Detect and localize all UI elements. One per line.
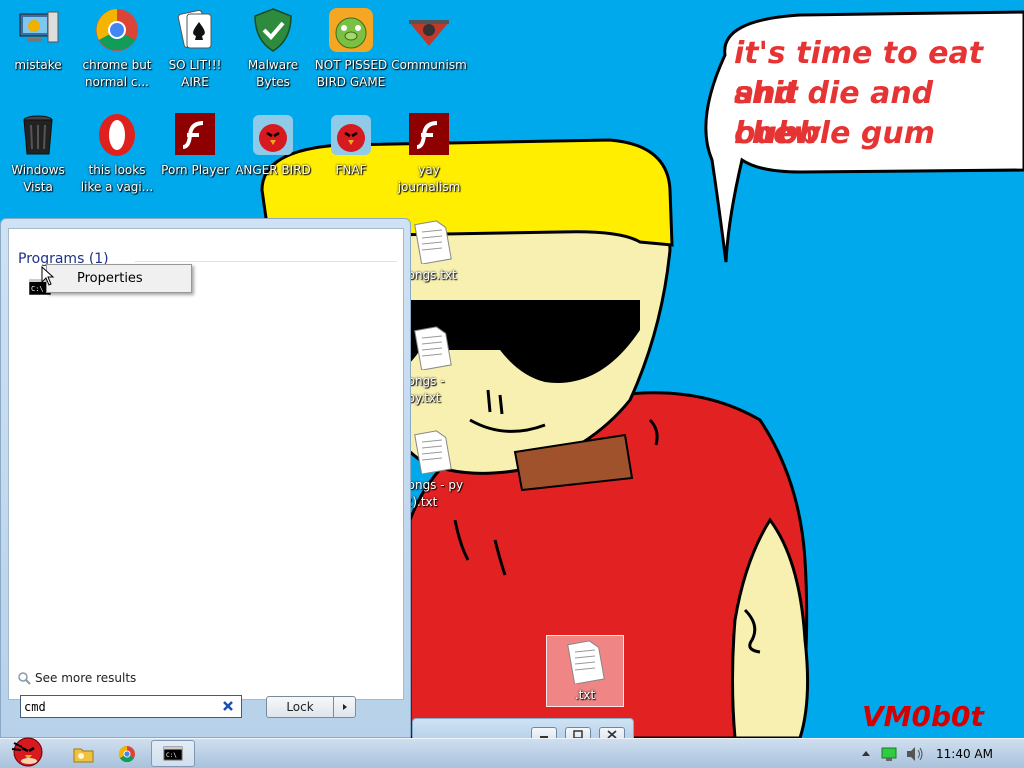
speech-text-line-3: bubble gum — [734, 116, 935, 151]
desktop-icon-label: yay journalism — [397, 163, 461, 194]
context-menu-item-properties[interactable]: Properties — [77, 271, 143, 286]
see-more-results-label: See more results — [35, 671, 137, 685]
desktop-icon-label: .txt — [574, 688, 596, 702]
desktop-icon-label: FNAF — [335, 163, 367, 177]
recycle-bin-icon — [23, 115, 53, 155]
solitaire-icon — [177, 9, 212, 49]
desktop-icon-windows-vista[interactable]: Windows Vista — [0, 111, 76, 196]
text-file-icon — [414, 220, 452, 264]
show-hidden-icon — [862, 751, 870, 756]
background-window-titlebar — [412, 718, 634, 741]
volume-icon — [907, 747, 923, 761]
text-file-icon — [414, 326, 452, 370]
opera-icon — [99, 114, 135, 156]
svg-text:C:\: C:\ — [31, 285, 44, 293]
network-icon — [881, 747, 897, 761]
start-button[interactable] — [2, 737, 52, 768]
start-menu: Programs (1) C:\ See more results — [0, 218, 411, 738]
start-menu-results-pane: Programs (1) C:\ See more results — [8, 228, 404, 700]
search-icon — [18, 672, 31, 685]
desktop-icon-solitaire[interactable]: SO LIT!!! AIRE — [157, 6, 233, 91]
desktop-icon-label: SO LIT!!! AIRE — [168, 58, 222, 89]
desktop-icon-not-pissed-bird[interactable]: NOT PISSED BIRD GAME — [313, 6, 389, 91]
chrome-icon — [96, 9, 138, 51]
desktop-icon-yay-journalism[interactable]: yay journalism — [391, 111, 467, 196]
text-file-icon — [414, 430, 452, 474]
taskbar: C:\ 11:40 AM — [0, 737, 1024, 768]
desktop-icon-opera[interactable]: this looks like a vagi... — [79, 111, 155, 196]
flash-icon — [175, 113, 215, 155]
taskbar-pinned-explorer[interactable] — [66, 739, 100, 768]
desktop-icon-chrome[interactable]: chrome but normal c... — [79, 6, 155, 91]
svg-text:C:\: C:\ — [166, 752, 177, 759]
desktop-icon-label: Windows Vista — [11, 163, 65, 194]
explorer-icon — [73, 748, 94, 763]
emblem-icon — [409, 20, 449, 46]
desktop-icon-communism[interactable]: Communism — [391, 6, 467, 74]
computer-icon — [19, 11, 59, 43]
network-tray-button[interactable] — [880, 739, 898, 768]
desktop-icon-malwarebytes[interactable]: Malware Bytes — [235, 6, 311, 91]
mouse-cursor-icon — [41, 266, 55, 286]
desktop-icon-label: Malware Bytes — [247, 58, 299, 89]
taskbar-cmd-window[interactable]: C:\ — [151, 740, 195, 767]
context-menu: Properties — [46, 264, 192, 293]
cmd-icon: C:\ — [163, 746, 183, 761]
section-divider — [135, 261, 397, 262]
show-hidden-icons-button[interactable] — [858, 739, 874, 768]
angry-bird-start-icon — [11, 737, 43, 767]
shield-icon — [254, 8, 292, 52]
desktop-icon-anger-bird[interactable]: ANGER BIRD — [235, 111, 311, 179]
red-bird-icon — [331, 115, 371, 155]
text-file-icon — [567, 640, 605, 684]
clear-x-icon[interactable] — [221, 699, 235, 713]
desktop-icon-label: mistake — [14, 58, 62, 72]
lock-button[interactable]: Lock — [266, 696, 334, 718]
start-search-box[interactable] — [20, 695, 242, 718]
volume-tray-button[interactable] — [904, 739, 926, 768]
taskbar-clock[interactable]: 11:40 AM — [936, 747, 993, 761]
taskbar-pinned-chrome[interactable] — [110, 739, 144, 768]
start-search-input[interactable] — [24, 698, 214, 715]
green-pig-icon — [329, 8, 373, 52]
desktop-icon-label: this looks like a vagi... — [80, 163, 154, 194]
chevron-right-icon — [343, 704, 347, 710]
desktop-icon-label: Porn Player — [161, 163, 229, 177]
desktop-icon-mistake[interactable]: mistake — [0, 6, 76, 74]
red-bird-icon — [253, 115, 293, 155]
desktop-icon-label: NOT PISSED BIRD GAME — [314, 58, 388, 89]
desktop-icon-porn-player[interactable]: Porn Player — [157, 111, 233, 179]
desktop-icon-txt-selected[interactable]: .txt — [546, 635, 624, 707]
artist-signature: VM0b0t — [862, 700, 984, 733]
power-options-button[interactable] — [334, 696, 356, 718]
desktop-icon-fnaf[interactable]: FNAF — [313, 111, 389, 179]
chrome-icon — [118, 745, 135, 763]
desktop-icon-label: chrome but normal c... — [82, 58, 152, 89]
desktop-icon-label: Communism — [391, 58, 467, 72]
desktop-icon-label: ANGER BIRD — [235, 163, 311, 177]
see-more-results-link[interactable]: See more results — [17, 671, 136, 685]
flash-icon — [409, 113, 449, 155]
